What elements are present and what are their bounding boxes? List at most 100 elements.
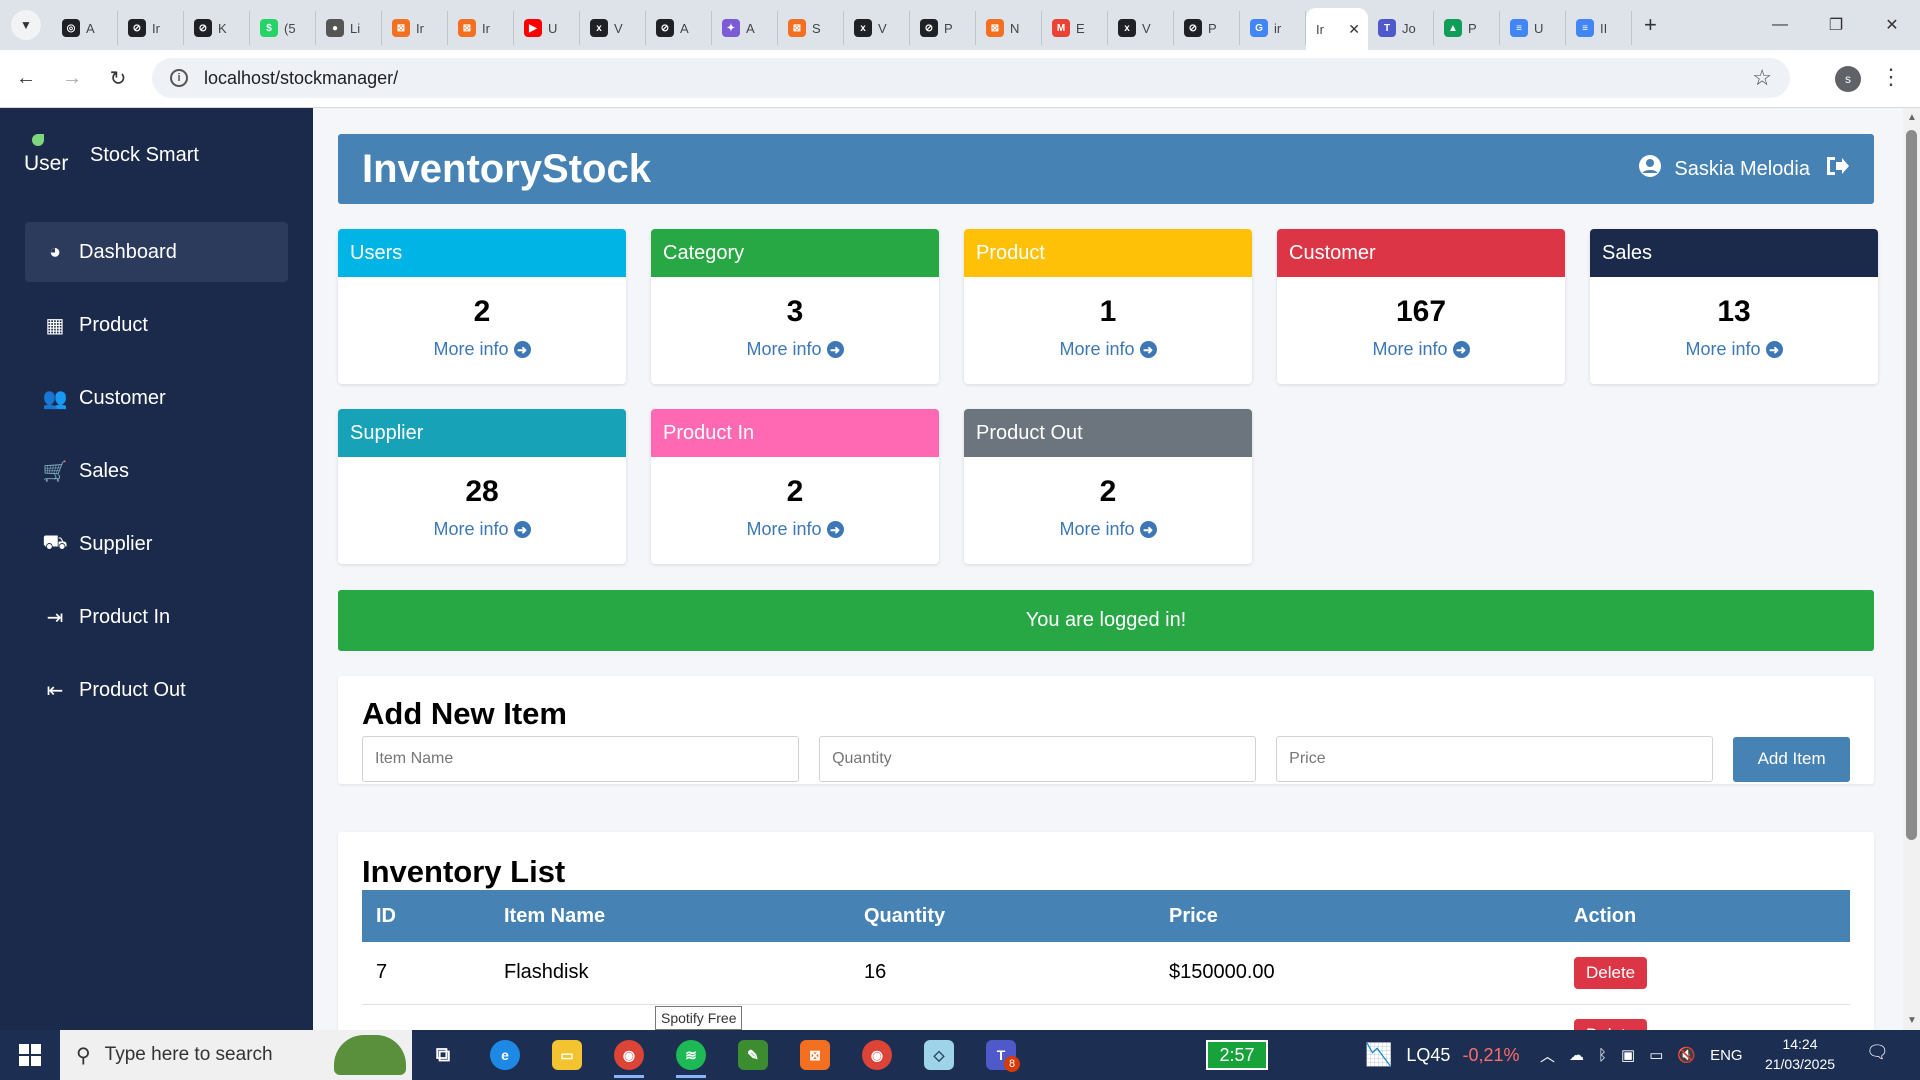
- chrome-icon[interactable]: ◉: [598, 1030, 660, 1080]
- back-icon[interactable]: ←: [6, 59, 46, 99]
- address-bar[interactable]: i localhost/stockmanager/ ☆: [152, 58, 1790, 98]
- browser-tab[interactable]: ME: [1042, 11, 1108, 45]
- notification-icon[interactable]: 🗨: [1866, 1042, 1889, 1063]
- bookmark-star-icon[interactable]: ☆: [1752, 65, 1772, 91]
- close-tab-icon[interactable]: ✕: [1348, 21, 1360, 38]
- browser-tab[interactable]: ⊘ A: [646, 11, 712, 45]
- forward-icon[interactable]: →: [52, 59, 92, 99]
- more-info-link[interactable]: More info ➜: [1590, 339, 1878, 360]
- bluetooth-icon[interactable]: ᛒ: [1598, 1047, 1607, 1064]
- browser-tab[interactable]: Gir: [1240, 11, 1306, 45]
- reload-icon[interactable]: ↻: [98, 59, 138, 99]
- tray-chevron-icon[interactable]: ︿: [1540, 1045, 1555, 1066]
- browser-tab[interactable]: T Jo: [1368, 11, 1434, 45]
- battery-widget[interactable]: 2:57: [1206, 1040, 1268, 1070]
- teams-icon[interactable]: T8: [970, 1030, 1032, 1080]
- delete-button[interactable]: Delete: [1574, 1019, 1648, 1030]
- browser-tab[interactable]: ▲ P: [1434, 11, 1500, 45]
- more-info-link[interactable]: More info ➜: [964, 519, 1252, 540]
- price-input[interactable]: [1276, 736, 1714, 782]
- column-header[interactable]: Item Name: [490, 890, 850, 942]
- more-info-label: More info: [1685, 339, 1761, 359]
- browser-tab[interactable]: $ (5: [250, 11, 316, 45]
- delete-button[interactable]: Delete: [1574, 956, 1648, 989]
- sidebar-item-product-out[interactable]: ⇤ Product Out: [25, 660, 288, 720]
- more-info-link[interactable]: More info ➜: [338, 339, 626, 360]
- browser-tab[interactable]: ⊘ Ir: [118, 11, 184, 45]
- close-icon[interactable]: ✕: [1864, 0, 1920, 50]
- logout-icon[interactable]: [1824, 155, 1850, 183]
- new-tab-icon[interactable]: +: [1644, 12, 1657, 38]
- tab-title: V: [1142, 20, 1151, 36]
- file-explorer-icon[interactable]: ▭: [536, 1030, 598, 1080]
- minimize-icon[interactable]: —: [1752, 0, 1808, 50]
- more-info-link[interactable]: More info ➜: [1277, 339, 1565, 360]
- browser-tab[interactable]: ◎ A: [52, 11, 118, 45]
- start-button[interactable]: [0, 1030, 60, 1080]
- clock[interactable]: 14:24 21/03/2025: [1760, 1034, 1840, 1074]
- browser-tab[interactable]: ⊠ S: [778, 11, 844, 45]
- scroll-up-icon[interactable]: ▲: [1907, 112, 1917, 123]
- browser-menu-icon[interactable]: ⋮: [1880, 64, 1902, 90]
- onedrive-icon[interactable]: ☁: [1569, 1046, 1584, 1064]
- chrome-profile-icon[interactable]: ◉: [846, 1030, 908, 1080]
- tab-search-button[interactable]: ▼: [11, 10, 41, 40]
- xampp-icon[interactable]: ⊠: [784, 1030, 846, 1080]
- battery-icon[interactable]: ▭: [1649, 1046, 1663, 1064]
- user-menu[interactable]: Saskia Melodia: [1638, 154, 1850, 184]
- app-icon[interactable]: ◇: [908, 1030, 970, 1080]
- page-scrollbar[interactable]: ▲ ▼: [1903, 108, 1920, 1030]
- quantity-input[interactable]: [819, 736, 1257, 782]
- volume-muted-icon[interactable]: 🔇: [1677, 1046, 1696, 1064]
- language-indicator[interactable]: ENG: [1710, 1047, 1743, 1064]
- restore-icon[interactable]: ❐: [1808, 0, 1864, 50]
- add-item-button[interactable]: Add Item: [1733, 736, 1850, 782]
- task-view-icon[interactable]: ⧉: [412, 1030, 474, 1080]
- sidebar-item-product-in[interactable]: ⇥ Product In: [25, 587, 288, 647]
- more-info-link[interactable]: More info ➜: [964, 339, 1252, 360]
- tab-title: P: [1468, 20, 1477, 36]
- browser-tab[interactable]: xV: [1108, 11, 1174, 45]
- browser-tab[interactable]: ⊘ P: [1174, 11, 1240, 45]
- sidebar-item-dashboard[interactable]: ◕ Dashboard: [25, 222, 288, 282]
- browser-tab[interactable]: ⊘ P: [910, 11, 976, 45]
- browser-tab[interactable]: ● Li: [316, 11, 382, 45]
- browser-tab[interactable]: ⊠ Ir: [382, 11, 448, 45]
- more-info-link[interactable]: More info ➜: [651, 519, 939, 540]
- sidebar-item-product[interactable]: ▦ Product: [25, 295, 288, 355]
- column-header[interactable]: ID: [362, 890, 490, 942]
- stock-widget[interactable]: 📉 LQ45 -0,21%: [1365, 1030, 1520, 1080]
- browser-tab[interactable]: ≡ II: [1566, 11, 1632, 45]
- sidebar-item-supplier[interactable]: ⛟ Supplier: [25, 514, 288, 574]
- sidebar-item-label: Supplier: [79, 532, 153, 555]
- browser-tab[interactable]: ⊠ Ir: [448, 11, 514, 45]
- more-info-link[interactable]: More info ➜: [338, 519, 626, 540]
- item-name-input[interactable]: [362, 736, 800, 782]
- scroll-down-icon[interactable]: ▼: [1907, 1015, 1917, 1026]
- browser-tab[interactable]: ⊘ K: [184, 11, 250, 45]
- browser-tab[interactable]: ⊠ N: [976, 11, 1042, 45]
- profile-avatar[interactable]: s: [1835, 66, 1861, 92]
- edge-icon[interactable]: e: [474, 1030, 536, 1080]
- column-header[interactable]: Quantity: [850, 890, 1155, 942]
- browser-tab[interactable]: ✦ A: [712, 11, 778, 45]
- column-header[interactable]: Price: [1155, 890, 1560, 942]
- scrollbar-thumb[interactable]: [1906, 130, 1917, 840]
- browser-tab[interactable]: ▶ U: [514, 11, 580, 45]
- meet-icon[interactable]: ▣: [1621, 1046, 1635, 1064]
- taskbar-search[interactable]: ⚲ Type here to search: [60, 1030, 412, 1080]
- brand[interactable]: User Stock Smart: [24, 134, 199, 176]
- sidebar-item-label: Customer: [79, 386, 166, 409]
- sidebar-item-customer[interactable]: 👥 Customer: [25, 368, 288, 428]
- active-browser-tab[interactable]: Ir ✕: [1306, 8, 1368, 50]
- column-header[interactable]: Action: [1560, 890, 1850, 942]
- notepad-icon[interactable]: ✎: [722, 1030, 784, 1080]
- tab-title: ir: [1274, 20, 1282, 36]
- browser-tab[interactable]: xV: [580, 11, 646, 45]
- site-info-icon[interactable]: i: [170, 69, 188, 87]
- browser-tab[interactable]: xV: [844, 11, 910, 45]
- sidebar-item-sales[interactable]: 🛒 Sales: [25, 441, 288, 501]
- spotify-icon[interactable]: ≋: [660, 1030, 722, 1080]
- browser-tab[interactable]: ≡ U: [1500, 11, 1566, 45]
- more-info-link[interactable]: More info ➜: [651, 339, 939, 360]
